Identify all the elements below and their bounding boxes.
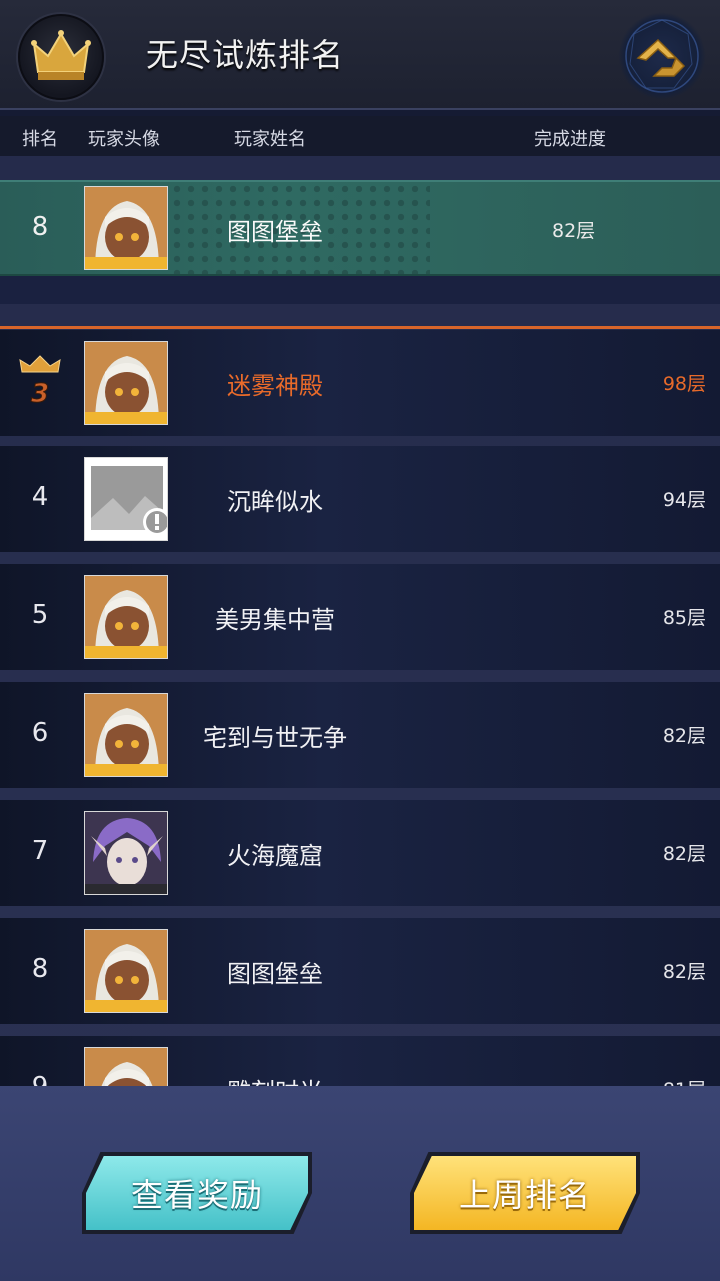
list-item-partial bbox=[0, 274, 720, 304]
list-item[interactable]: 7 火海魔窟 82层 bbox=[0, 800, 720, 906]
purple-hair-elf-avatar bbox=[84, 811, 168, 895]
rank-number: 3 bbox=[31, 379, 49, 409]
white-hair-girl-avatar bbox=[84, 1047, 168, 1086]
player-progress: 81层 bbox=[663, 1075, 706, 1086]
white-hair-girl-avatar bbox=[84, 575, 168, 659]
list-item[interactable]: 5 美男集中营 85层 bbox=[0, 564, 720, 670]
rank-number: 4 bbox=[31, 482, 49, 512]
my-player-name: 图图堡垒 bbox=[227, 218, 323, 246]
player-progress: 82层 bbox=[662, 961, 706, 983]
player-name: 雕刻时光 bbox=[170, 1072, 380, 1086]
rank-number: 8 bbox=[31, 954, 49, 984]
return-arrow-icon[interactable] bbox=[618, 12, 706, 100]
player-progress: 98层 bbox=[662, 373, 706, 395]
my-progress: 82层 bbox=[552, 220, 596, 242]
player-name: 美男集中营 bbox=[215, 606, 335, 634]
column-name: 玩家姓名 bbox=[234, 129, 306, 150]
rank-number: 5 bbox=[31, 600, 49, 630]
player-name: 火海魔窟 bbox=[227, 842, 323, 870]
list-item[interactable]: 9 雕刻时光 81层 bbox=[0, 1036, 720, 1086]
rank-number: 9 bbox=[0, 1072, 80, 1086]
view-rewards-button[interactable]: 查看奖励 bbox=[86, 1156, 308, 1230]
column-avatar: 玩家头像 bbox=[88, 129, 160, 150]
white-hair-girl-avatar bbox=[84, 929, 168, 1013]
white-hair-girl-avatar bbox=[84, 341, 168, 425]
rank-number: 6 bbox=[31, 718, 49, 748]
column-progress: 完成进度 bbox=[534, 129, 606, 150]
my-rank-row[interactable]: 8 图图堡垒 82层 bbox=[0, 180, 720, 276]
my-rank-number: 8 bbox=[31, 212, 49, 242]
column-headers: 排名 玩家头像 玩家姓名 完成进度 bbox=[0, 116, 720, 156]
last-week-ranking-button[interactable]: 上周排名 bbox=[414, 1156, 636, 1230]
white-hair-girl-avatar bbox=[84, 693, 168, 777]
list-item[interactable]: 8 图图堡垒 82层 bbox=[0, 918, 720, 1024]
crown-icon bbox=[18, 14, 104, 100]
top3-divider bbox=[0, 326, 720, 329]
list-item[interactable]: 4 沉眸似水 94层 bbox=[0, 446, 720, 552]
player-name: 宅到与世无争 bbox=[203, 724, 347, 752]
player-name: 迷雾神殿 bbox=[227, 372, 323, 400]
missing-image-avatar bbox=[84, 457, 168, 541]
white-hair-girl-avatar bbox=[84, 186, 168, 270]
player-progress: 82层 bbox=[662, 843, 706, 865]
top-bar: 无尽试炼排名 bbox=[0, 0, 720, 110]
rank-number: 7 bbox=[31, 836, 49, 866]
player-progress: 82层 bbox=[662, 725, 706, 747]
ranking-list[interactable]: 3 迷雾神殿 98层 4 沉眸似水 94层 5 美男集中营 85层 6 宅到与世… bbox=[0, 156, 720, 1086]
list-item[interactable]: 3 迷雾神殿 98层 bbox=[0, 330, 720, 436]
player-name: 图图堡垒 bbox=[227, 960, 323, 988]
player-progress: 85层 bbox=[662, 607, 706, 629]
column-rank: 排名 bbox=[22, 129, 58, 150]
list-item[interactable]: 6 宅到与世无争 82层 bbox=[0, 682, 720, 788]
page-title: 无尽试炼排名 bbox=[146, 36, 345, 74]
player-progress: 94层 bbox=[662, 489, 706, 511]
player-name: 沉眸似水 bbox=[227, 488, 323, 516]
